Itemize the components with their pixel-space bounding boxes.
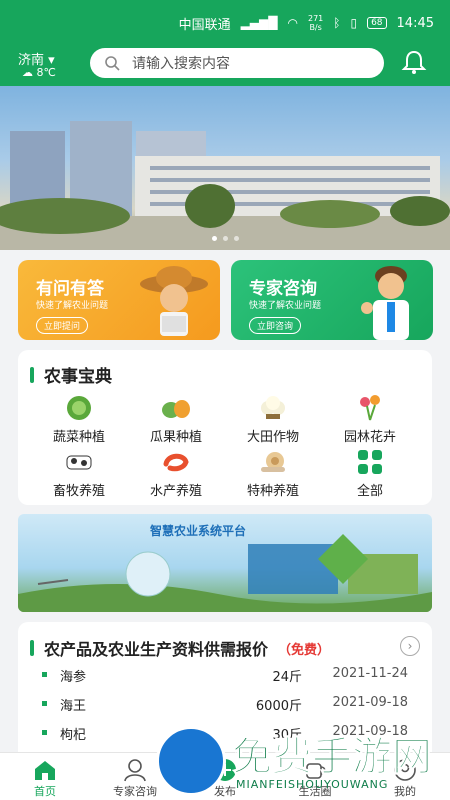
watermark: 免费手游网 MIANFEISHOUYOUWANG <box>152 722 450 800</box>
cabbage-icon <box>67 396 91 420</box>
weather-display: ☁ 8℃ <box>22 66 56 79</box>
cow-icon <box>66 455 92 470</box>
bluetooth-icon: ᛒ <box>333 16 341 30</box>
category-fruits[interactable]: 瓜果种植 <box>131 394 221 445</box>
home-icon <box>35 761 55 780</box>
product-quantity: 6000斤 <box>255 699 302 714</box>
consult-now-button[interactable]: 立即咨询 <box>249 317 302 334</box>
ad-banner-title: 智慧农业系统平台 <box>150 524 247 538</box>
category-label: 水产养殖 <box>149 484 202 499</box>
search-input[interactable]: 请输入搜索内容 <box>90 48 384 78</box>
title-accent-bar <box>30 640 34 656</box>
product-name: 海王 <box>60 699 87 714</box>
qa-card-subtitle: 快速了解农业问题 <box>36 301 109 311</box>
bullet-icon <box>42 672 47 677</box>
watermark-logo <box>156 726 226 796</box>
qa-card-title: 有问有答 <box>36 279 104 299</box>
category-special-breeding[interactable]: 特种养殖 <box>228 448 318 499</box>
category-label: 园林花卉 <box>343 430 396 445</box>
battery-indicator: 68 <box>367 17 387 29</box>
watermark-text: 免费手游网 <box>232 734 433 781</box>
tab-home[interactable]: 首页 <box>0 757 90 799</box>
free-tag: （免费） <box>278 642 331 658</box>
net-speed: 271 B/s <box>307 14 324 32</box>
app-header: 济南 ▾ ☁ 8℃ 请输入搜索内容 <box>0 46 450 86</box>
tab-label: 首页 <box>34 785 56 798</box>
snail-icon <box>261 452 285 472</box>
category-vegetables[interactable]: 蔬菜种植 <box>34 394 124 445</box>
wifi-icon: ◠ <box>287 16 298 30</box>
cloud-icon: ☁ <box>22 66 33 79</box>
shrimp-icon <box>163 453 189 472</box>
campus-building-image <box>0 121 450 250</box>
carousel-dot <box>223 236 228 241</box>
category-label: 瓜果种植 <box>149 430 202 445</box>
cotton-icon <box>261 396 285 419</box>
watermark-subtext: MIANFEISHOUYOUWANG <box>236 778 389 791</box>
hero-banner[interactable] <box>0 86 450 250</box>
price-title-text: 农产品及农业生产资料供需报价 <box>44 640 269 659</box>
carousel-dot <box>234 236 239 241</box>
almanac-title: 农事宝典 <box>44 367 112 387</box>
category-all[interactable]: 全部 <box>325 448 415 499</box>
signal-icon: ▂▄▆█ <box>240 16 278 30</box>
grid-icon <box>358 450 382 474</box>
expert-card-subtitle: 快速了解农业问题 <box>249 301 322 311</box>
status-bar: 中国联通 ▂▄▆█ ◠ 271 B/s ᛒ ▯ 68 14:45 <box>0 0 450 46</box>
category-label: 蔬菜种植 <box>52 430 105 445</box>
category-label: 全部 <box>356 484 383 499</box>
flower-icon <box>360 395 380 421</box>
almanac-panel: 农事宝典 蔬菜种植 瓜果种植 大田作物 园林花卉 畜牧养殖 水产养殖 特种养殖 … <box>18 350 432 505</box>
search-placeholder: 请输入搜索内容 <box>132 56 230 72</box>
product-date: 2021-11-24 <box>332 666 408 681</box>
bullet-icon <box>42 730 47 735</box>
ask-now-button[interactable]: 立即提问 <box>36 317 89 334</box>
carousel-dot <box>212 236 217 241</box>
expert-card-title: 专家咨询 <box>249 279 317 299</box>
product-name: 枸杞 <box>60 728 87 743</box>
category-field-crops[interactable]: 大田作物 <box>228 394 318 445</box>
expert-card[interactable]: 专家咨询 快速了解农业问题 立即咨询 <box>231 260 433 340</box>
product-date: 2021-09-18 <box>332 695 408 710</box>
title-accent-bar <box>30 366 34 383</box>
product-quantity: 24斤 <box>272 670 302 685</box>
category-flowers[interactable]: 园林花卉 <box>325 394 415 445</box>
category-label: 大田作物 <box>246 430 299 445</box>
chevron-right-icon[interactable]: › <box>400 636 420 656</box>
category-label: 畜牧养殖 <box>52 484 105 499</box>
category-label: 特种养殖 <box>246 484 299 499</box>
price-section-title: 农产品及农业生产资料供需报价 （免费） <box>30 636 330 660</box>
clock: 14:45 <box>396 15 434 31</box>
farmer-illustration <box>140 266 208 336</box>
product-name: 海参 <box>60 670 87 685</box>
table-row[interactable]: 海王 6000斤 2021-09-18 <box>18 691 432 719</box>
user-icon <box>124 759 146 782</box>
category-aquaculture[interactable]: 水产养殖 <box>131 448 221 499</box>
fruit-icon <box>162 400 190 418</box>
doctor-illustration <box>361 266 409 340</box>
bell-icon[interactable] <box>400 48 428 76</box>
table-row[interactable]: 海参 24斤 2021-11-24 <box>18 662 432 690</box>
bullet-icon <box>42 701 47 706</box>
section-title: 农事宝典 <box>30 362 112 387</box>
vibrate-icon: ▯ <box>350 16 358 30</box>
qa-card[interactable]: 有问有答 快速了解农业问题 立即提问 <box>18 260 220 340</box>
search-icon <box>105 56 120 71</box>
carousel-indicator <box>212 236 239 241</box>
carrier-label: 中国联通 <box>178 17 231 33</box>
category-livestock[interactable]: 畜牧养殖 <box>34 448 124 499</box>
smart-agriculture-banner[interactable]: 智慧农业系统平台 <box>18 514 432 612</box>
